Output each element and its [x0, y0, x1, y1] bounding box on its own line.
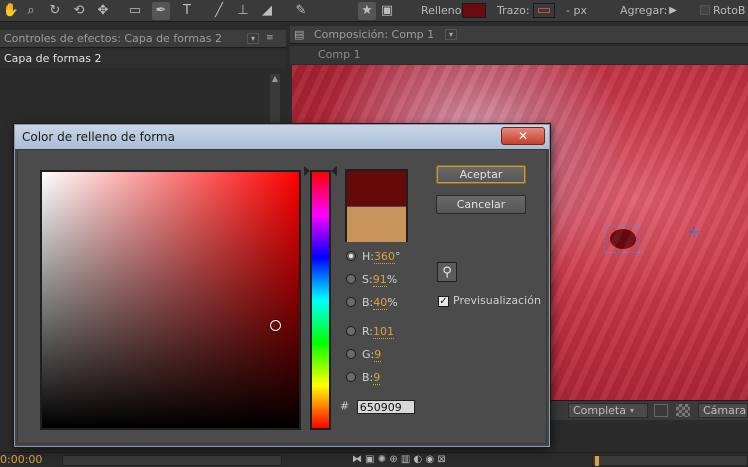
- dialog-title: Color de relleno de forma: [15, 125, 549, 149]
- eyedropper-icon[interactable]: ⚲: [437, 262, 457, 282]
- rotate-icon[interactable]: ↻: [46, 2, 64, 20]
- timeline-buttons-icon[interactable]: ⧓ ▣ ✺ ⊕ ▥ ◐ ◉ ⊠: [352, 453, 446, 467]
- field-label: B:: [362, 296, 374, 309]
- original-color-swatch[interactable]: [347, 207, 406, 242]
- panel-options-icon[interactable]: ≡: [266, 33, 280, 44]
- field-value[interactable]: 101: [373, 325, 395, 339]
- time-navigator[interactable]: [592, 455, 748, 466]
- anchor-point-icon[interactable]: ✛: [688, 225, 700, 241]
- hex-input[interactable]: [356, 400, 415, 414]
- field-value[interactable]: 40: [373, 296, 388, 310]
- cancel-button[interactable]: Cancelar: [436, 195, 526, 214]
- field-label: G:: [362, 348, 375, 361]
- lock-icon[interactable]: ▤: [290, 28, 304, 41]
- comp-breadcrumb[interactable]: Comp 1: [290, 46, 748, 64]
- stroke-label: Trazo:: [497, 4, 530, 17]
- scroll-up-icon[interactable]: ▲: [271, 74, 279, 88]
- preview-checkbox[interactable]: ✓: [438, 296, 449, 307]
- hue-arrow-right-icon[interactable]: [331, 166, 337, 176]
- composition-tab[interactable]: ▤ Composición: Comp 1 ▾: [290, 26, 748, 44]
- rectangle-icon[interactable]: ▭: [126, 2, 144, 20]
- field-unit: %: [386, 273, 398, 286]
- field-label: H:: [362, 250, 374, 263]
- stroke-width[interactable]: - px: [566, 4, 587, 17]
- eraser-icon[interactable]: ◢: [258, 2, 276, 20]
- radio-b[interactable]: [346, 297, 356, 307]
- pan-behind-icon[interactable]: ✥: [94, 2, 112, 20]
- radio-s[interactable]: [346, 274, 356, 284]
- tools-toolbar: ✋ ⌕ ↻ ⟲ ✥ ▭ ✒ T ╱ ⊥ ◢ ✎ ★ ▣ Relleno Traz…: [0, 0, 748, 22]
- puppet-icon[interactable]: ✎: [292, 2, 310, 20]
- field-b[interactable]: B:40%: [346, 296, 398, 312]
- camera-dropdown[interactable]: Cámara a: [698, 403, 748, 418]
- field-value[interactable]: 9: [374, 348, 382, 362]
- field-value[interactable]: 9: [373, 371, 381, 385]
- add-dropdown-icon[interactable]: ▶: [664, 2, 682, 20]
- layer-name: Capa de formas 2: [0, 50, 286, 68]
- new-color-swatch: [347, 171, 406, 206]
- effects-controls-tab[interactable]: Controles de efectos: Capa de formas 2 ▾…: [0, 30, 286, 48]
- star-icon[interactable]: ★: [358, 2, 376, 20]
- timeline-strip: 0:00:00 ⧓ ▣ ✺ ⊕ ▥ ◐ ◉ ⊠: [0, 452, 748, 467]
- resolution-dropdown[interactable]: Completa: [568, 403, 648, 418]
- resolution-chevron-icon[interactable]: ▾: [630, 403, 634, 419]
- field-h[interactable]: H:360°: [346, 250, 400, 266]
- field-value[interactable]: 360: [373, 250, 395, 264]
- color-picker-cursor[interactable]: [269, 319, 281, 331]
- hand-icon[interactable]: ✋: [2, 2, 20, 20]
- camera-icon[interactable]: ▣: [378, 2, 396, 20]
- clone-stamp-icon[interactable]: ⊥: [234, 2, 252, 20]
- field-s[interactable]: S:91%: [346, 273, 397, 289]
- shape-bounding-box[interactable]: [604, 225, 640, 253]
- hex-prefix: #: [340, 399, 350, 413]
- preview-label: Previsualización: [453, 294, 541, 307]
- radio-r[interactable]: [346, 326, 356, 336]
- dialog-body: Aceptar Cancelar ⚲ ✓ Previsualización H:…: [17, 149, 547, 444]
- shape-fill-color-dialog: Color de relleno de forma ✕ Aceptar Canc…: [14, 124, 550, 447]
- shape-layer-ellipse[interactable]: [610, 229, 636, 249]
- region-of-interest-icon[interactable]: [654, 404, 668, 417]
- ok-button[interactable]: Aceptar: [436, 165, 526, 184]
- field-g[interactable]: G:9: [346, 348, 382, 364]
- fill-label: Relleno: [421, 4, 462, 17]
- pen-icon[interactable]: ✒: [152, 2, 170, 20]
- brush-icon[interactable]: ╱: [210, 2, 228, 20]
- field-bl[interactable]: B:9: [346, 371, 381, 387]
- field-r[interactable]: R:101: [346, 325, 395, 341]
- field-unit: %: [387, 296, 398, 309]
- roto-checkbox[interactable]: [700, 5, 710, 15]
- tab-menu-icon[interactable]: ▾: [247, 33, 259, 44]
- zoom-icon[interactable]: ⌕: [22, 2, 40, 20]
- hue-slider[interactable]: [310, 170, 331, 430]
- color-comparison-swatch: [345, 169, 408, 242]
- orbit-icon[interactable]: ⟲: [70, 2, 88, 20]
- radio-h[interactable]: [346, 251, 356, 261]
- field-value[interactable]: 91: [372, 273, 387, 287]
- close-icon[interactable]: ✕: [501, 127, 545, 145]
- radio-g[interactable]: [346, 349, 356, 359]
- field-unit: °: [394, 250, 401, 263]
- text-icon[interactable]: T: [178, 2, 196, 20]
- comp-tab-menu-icon[interactable]: ▾: [445, 29, 457, 40]
- timecode[interactable]: 0:00:00: [0, 453, 42, 467]
- field-label: B:: [362, 371, 374, 384]
- field-label: R:: [362, 325, 374, 338]
- saturation-brightness-field[interactable]: [40, 170, 301, 430]
- add-label[interactable]: Agregar:: [620, 4, 667, 17]
- stroke-color-swatch[interactable]: [533, 3, 555, 18]
- timeline-search-input[interactable]: [62, 455, 282, 466]
- radio-bl[interactable]: [346, 372, 356, 382]
- fill-color-swatch[interactable]: [462, 3, 486, 18]
- transparency-grid-icon[interactable]: [676, 404, 690, 417]
- hex-row: #: [340, 399, 415, 414]
- roto-label: RotoB: [713, 4, 746, 17]
- field-label: S:: [362, 273, 373, 286]
